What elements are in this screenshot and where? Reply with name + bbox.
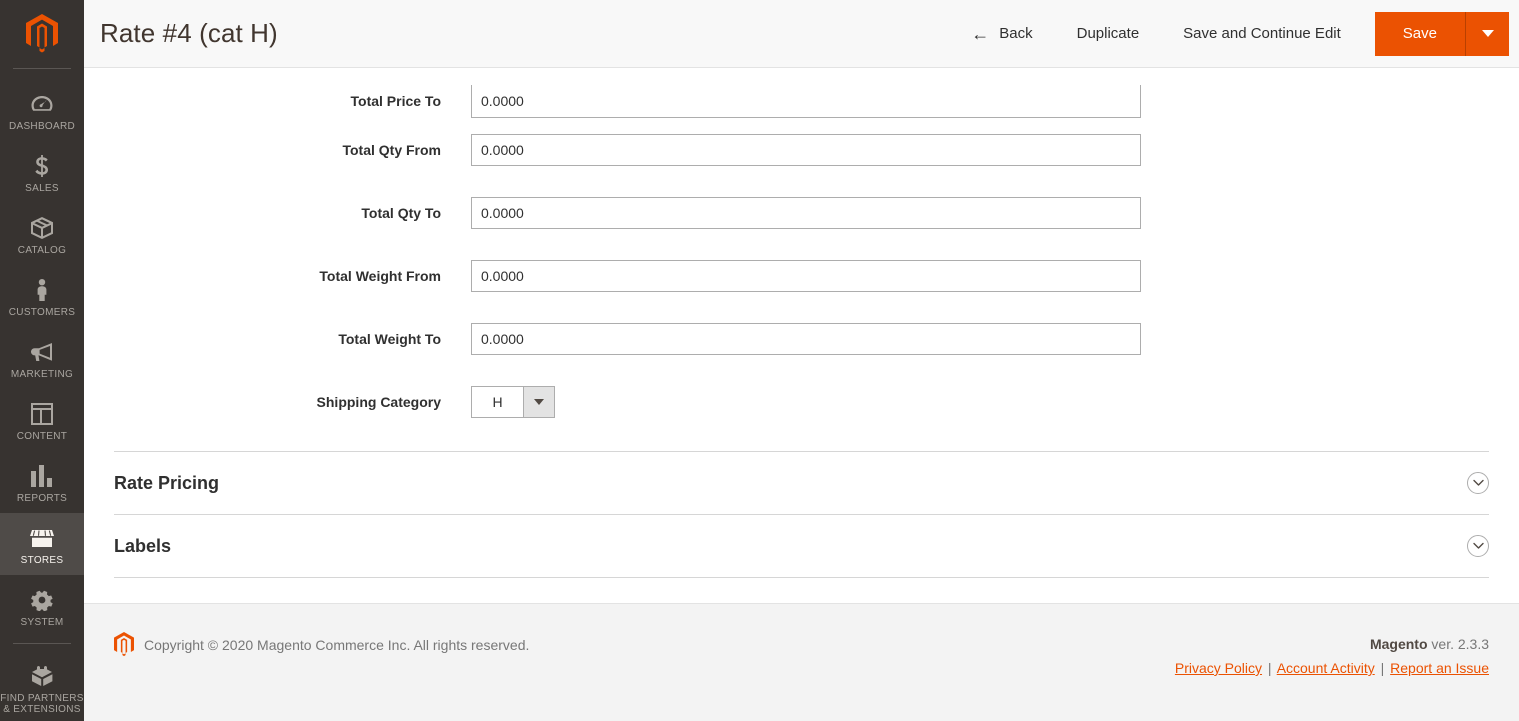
main-area: Rate #4 (cat H) ← Back Duplicate Save an… (84, 0, 1519, 721)
sidebar-item-marketing[interactable]: MARKETING (0, 327, 84, 389)
link-separator: | (1380, 660, 1385, 676)
select-arrow-down-icon[interactable] (523, 385, 555, 418)
person-icon (35, 278, 49, 302)
save-continue-label: Save and Continue Edit (1183, 25, 1341, 42)
field-row-total-qty-to: Total Qty To (84, 181, 1519, 244)
dollar-sign-icon (35, 154, 49, 178)
caret-down-icon (1481, 30, 1494, 37)
magento-logo-icon (114, 632, 144, 657)
section-title: Labels (114, 535, 172, 556)
sidebar-item-label: SALES (25, 183, 59, 194)
field-control (471, 133, 1519, 166)
magento-logo-icon[interactable] (0, 0, 84, 68)
report-an-issue-link[interactable]: Report an Issue (1390, 660, 1489, 676)
magento-brand-name: Magento (1369, 636, 1428, 652)
field-label: Total Qty To (361, 204, 441, 221)
save-button-group: Save (1374, 11, 1509, 56)
sidebar-item-label: CATALOG (17, 245, 67, 256)
storefront-icon (30, 526, 54, 550)
primary-sidebar: DASHBOARD SALES CATALOG CUSTOMERS MARKET (0, 0, 84, 721)
dashboard-gauge-icon (31, 92, 53, 116)
field-control (471, 196, 1519, 229)
copyright-text: Copyright © 2020 Magento Commerce Inc. A… (144, 636, 530, 653)
field-control (471, 322, 1519, 355)
sidebar-item-label: STORES (20, 555, 64, 566)
sidebar-divider (13, 643, 71, 644)
field-control (471, 259, 1519, 292)
page-header: Rate #4 (cat H) ← Back Duplicate Save an… (84, 0, 1519, 68)
chevron-down-circle-icon[interactable] (1467, 535, 1489, 557)
sidebar-item-find-partners-extensions[interactable]: FIND PARTNERS & EXTENSIONS (0, 650, 84, 721)
page-footer: Copyright © 2020 Magento Commerce Inc. A… (84, 603, 1519, 721)
sidebar-item-label: DASHBOARD (8, 121, 76, 132)
total-qty-from-input[interactable] (471, 133, 1141, 166)
privacy-policy-link[interactable]: Privacy Policy (1175, 660, 1262, 676)
save-options-toggle[interactable] (1465, 11, 1509, 56)
back-button-label: Back (999, 25, 1033, 42)
duplicate-button[interactable]: Duplicate (1055, 0, 1162, 68)
field-control: H (471, 385, 1519, 418)
field-row-total-qty-from: Total Qty From (84, 118, 1519, 181)
gear-icon (31, 588, 53, 612)
sidebar-item-reports[interactable]: REPORTS (0, 451, 84, 513)
field-label: Total Qty From (342, 141, 441, 158)
sidebar-brand-divider (13, 68, 71, 69)
total-price-to-input[interactable] (471, 85, 1141, 118)
sidebar-item-label: MARKETING (10, 369, 74, 380)
page-content: Total Price To Total Qty From Total Qty … (84, 68, 1519, 603)
field-control (471, 85, 1519, 118)
sidebar-item-label: CONTENT (16, 431, 68, 442)
sidebar-item-content[interactable]: CONTENT (0, 389, 84, 451)
megaphone-icon (30, 340, 54, 364)
chevron-down-circle-icon[interactable] (1467, 472, 1489, 494)
field-label: Total Weight From (319, 267, 441, 284)
box-icon (30, 216, 54, 240)
total-weight-from-input[interactable] (471, 259, 1141, 292)
copyright-block: Copyright © 2020 Magento Commerce Inc. A… (114, 632, 529, 657)
field-row-shipping-category: Shipping Category H (84, 370, 1519, 433)
link-separator: | (1267, 660, 1272, 676)
arrow-left-icon: ← (971, 23, 990, 44)
sidebar-item-label: REPORTS (16, 493, 68, 504)
bar-chart-icon (31, 464, 53, 488)
total-qty-to-input[interactable] (471, 196, 1141, 229)
duplicate-button-label: Duplicate (1076, 25, 1140, 42)
shipping-category-value: H (471, 385, 523, 418)
field-label: Total Price To (350, 93, 442, 109)
page-title: Rate #4 (cat H) (100, 18, 278, 48)
sidebar-item-customers[interactable]: CUSTOMERS (0, 265, 84, 327)
sidebar-item-label: FIND PARTNERS & EXTENSIONS (0, 692, 84, 715)
footer-right: Magento ver. 2.3.3 Privacy Policy | Acco… (1175, 632, 1489, 680)
sidebar-item-catalog[interactable]: CATALOG (0, 203, 84, 265)
save-and-continue-edit-button[interactable]: Save and Continue Edit (1161, 0, 1363, 68)
sidebar-item-stores[interactable]: STORES (0, 513, 84, 575)
field-row-total-weight-from: Total Weight From (84, 244, 1519, 307)
page-actions: ← Back Duplicate Save and Continue Edit … (949, 0, 1519, 68)
section-title: Rate Pricing (114, 472, 220, 493)
total-weight-to-input[interactable] (471, 322, 1141, 355)
save-button[interactable]: Save (1374, 11, 1465, 56)
admin-page: DASHBOARD SALES CATALOG CUSTOMERS MARKET (0, 0, 1519, 721)
field-row-total-weight-to: Total Weight To (84, 307, 1519, 370)
sidebar-item-sales[interactable]: SALES (0, 141, 84, 203)
field-row-total-price-to: Total Price To (84, 68, 1519, 118)
shipping-category-select[interactable]: H (471, 385, 555, 418)
layout-panel-icon (31, 402, 53, 426)
sidebar-item-dashboard[interactable]: DASHBOARD (0, 79, 84, 141)
account-activity-link[interactable]: Account Activity (1277, 660, 1375, 676)
magento-version: ver. 2.3.3 (1431, 636, 1489, 652)
rate-conditions-fieldset: Total Price To Total Qty From Total Qty … (84, 68, 1519, 433)
sidebar-item-label: SYSTEM (20, 617, 64, 628)
brick-block-icon (30, 664, 54, 688)
back-button[interactable]: ← Back (949, 0, 1054, 68)
version-line: Magento ver. 2.3.3 (1175, 632, 1489, 656)
section-labels[interactable]: Labels (114, 515, 1489, 578)
footer-links: Privacy Policy | Account Activity | Repo… (1175, 656, 1489, 680)
section-rate-pricing[interactable]: Rate Pricing (114, 452, 1489, 515)
sidebar-item-label: CUSTOMERS (8, 307, 76, 318)
sidebar-item-system[interactable]: SYSTEM (0, 575, 84, 637)
field-label: Shipping Category (316, 393, 441, 410)
field-label: Total Weight To (338, 330, 441, 347)
